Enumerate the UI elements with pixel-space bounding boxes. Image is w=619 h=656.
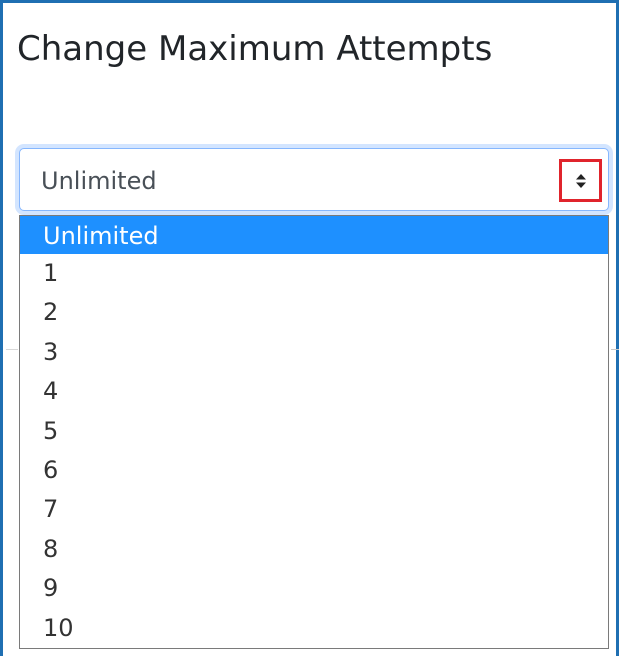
select-option[interactable]: 4: [20, 372, 608, 411]
select-arrow-button[interactable]: [559, 159, 602, 202]
select-option[interactable]: 8: [20, 530, 608, 569]
select-option[interactable]: 9: [20, 569, 608, 608]
select-option[interactable]: 2: [20, 293, 608, 332]
page-title: Change Maximum Attempts: [17, 29, 493, 69]
select-option[interactable]: 5: [20, 412, 608, 451]
select-option[interactable]: 6: [20, 451, 608, 490]
max-attempts-select[interactable]: Unlimited: [19, 148, 609, 211]
select-option[interactable]: 10: [20, 609, 608, 648]
select-option[interactable]: 7: [20, 490, 608, 529]
select-current-value: Unlimited: [41, 167, 157, 195]
divider: [611, 349, 619, 350]
dialog-panel: Change Maximum Attempts Unlimited Unlimi…: [0, 0, 619, 656]
select-option[interactable]: Unlimited: [20, 216, 608, 254]
divider: [6, 349, 18, 350]
select-option[interactable]: 1: [20, 254, 608, 293]
select-option[interactable]: 3: [20, 333, 608, 372]
select-options-list: Unlimited 1 2 3 4 5 6 7 8 9 10: [19, 215, 609, 649]
sort-arrows-icon: [575, 173, 586, 188]
